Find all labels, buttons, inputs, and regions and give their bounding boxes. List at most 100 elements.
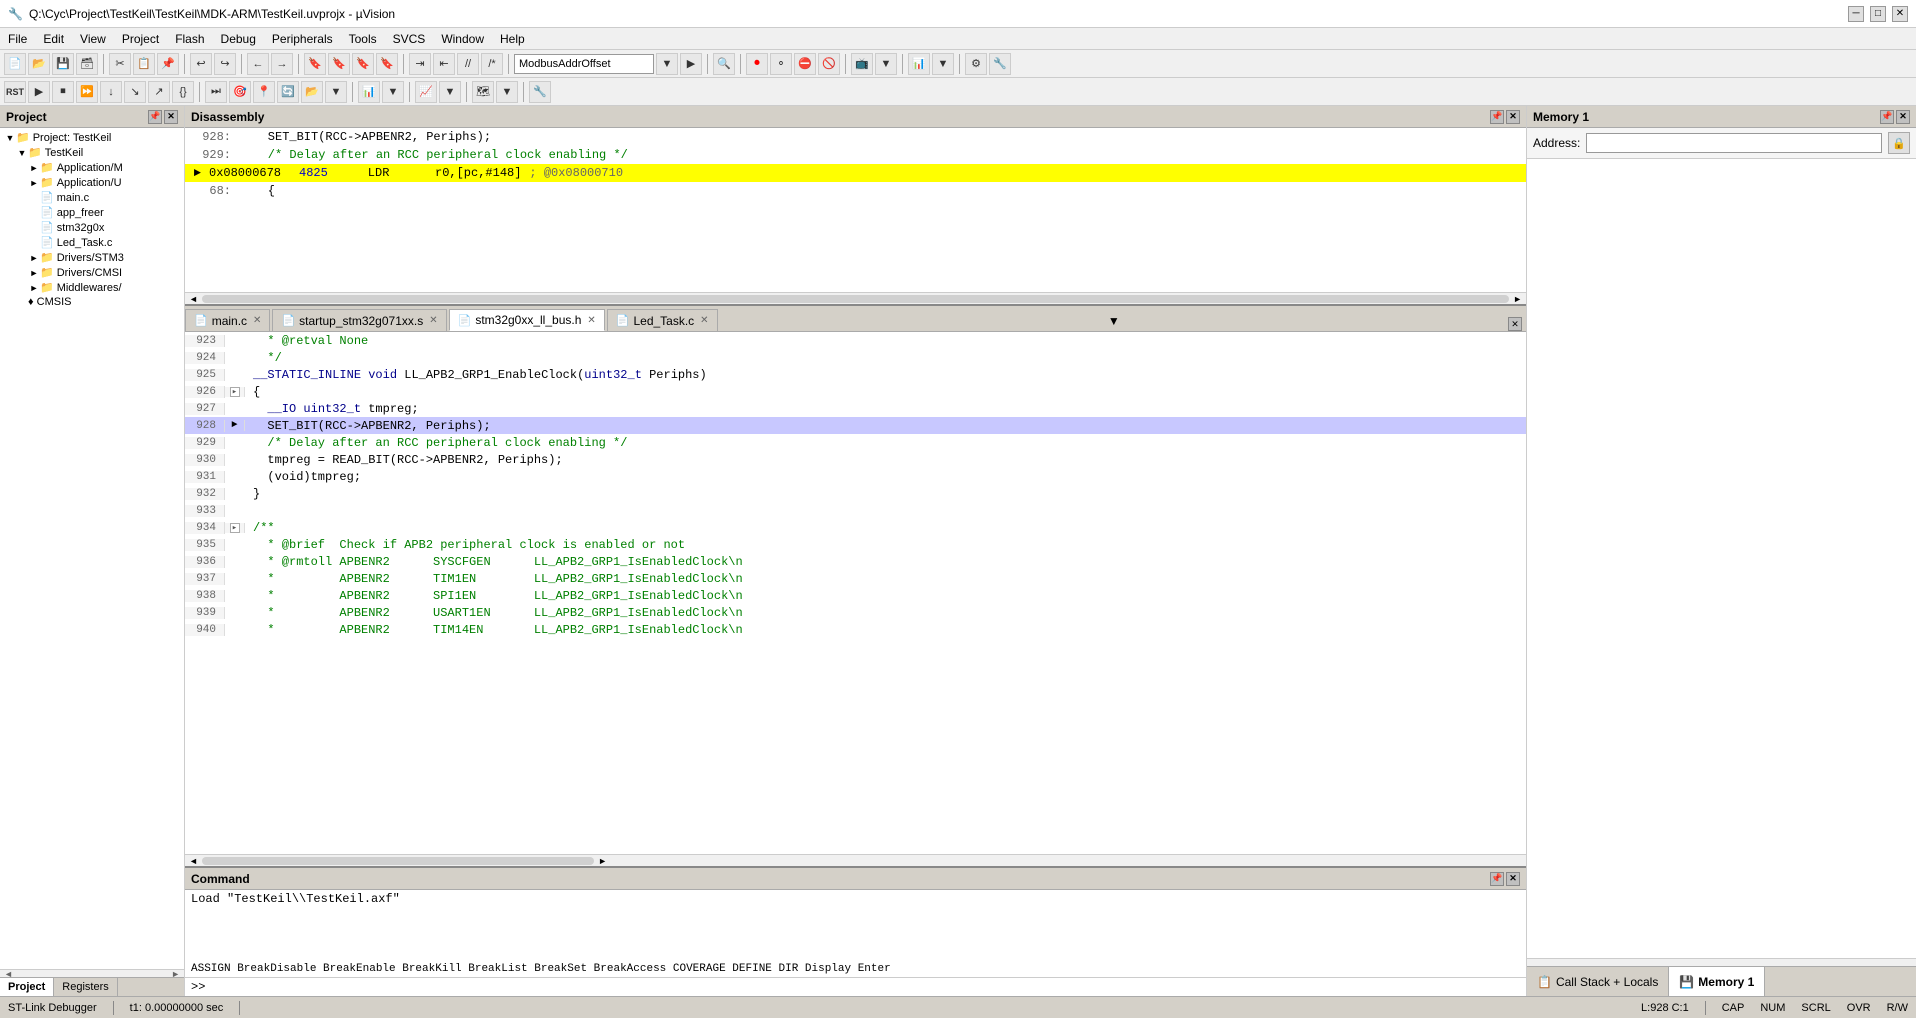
tree-toggle-driverscmsi[interactable]: ► <box>28 267 40 279</box>
outdent-btn[interactable]: ⇤ <box>433 53 455 75</box>
dbg-cfg-btn[interactable]: 🔧 <box>529 81 551 103</box>
nav-fwd-btn[interactable]: → <box>271 53 293 75</box>
find-btn[interactable]: 🔍 <box>713 53 735 75</box>
tree-item-driversstm3[interactable]: ► 📁 Drivers/STM3 <box>2 250 182 265</box>
wrench-btn[interactable]: 🔧 <box>989 53 1011 75</box>
tab-stm32bus[interactable]: 📄 stm32g0xx_ll_bus.h ✕ <box>449 309 605 331</box>
menu-tools[interactable]: Tools <box>341 30 385 48</box>
project-pin-btn[interactable]: 📌 <box>148 110 162 124</box>
step-out-btn[interactable]: ↗ <box>148 81 170 103</box>
cut-btn[interactable]: ✂ <box>109 53 131 75</box>
undo-btn[interactable]: ↩ <box>190 53 212 75</box>
memory-scrollbar[interactable] <box>1527 958 1916 966</box>
menu-file[interactable]: File <box>0 30 35 48</box>
dbg-btn10[interactable]: ▼ <box>439 81 461 103</box>
disable-bp-btn[interactable]: ⛔ <box>794 53 816 75</box>
mainc-tab-close[interactable]: ✕ <box>253 315 261 326</box>
bookmark4-btn[interactable]: 🔖 <box>376 53 398 75</box>
close-btn[interactable]: ✕ <box>1892 6 1908 22</box>
open-btn[interactable]: 📂 <box>28 53 50 75</box>
tab-mainc[interactable]: 📄 main.c ✕ <box>185 309 270 331</box>
logic-drop-btn[interactable]: ▼ <box>932 53 954 75</box>
indent-btn[interactable]: ⇥ <box>409 53 431 75</box>
tab-registers[interactable]: Registers <box>54 978 117 996</box>
tree-toggle-project[interactable]: ▼ <box>4 132 16 144</box>
disassembly-content[interactable]: 928: SET_BIT(RCC->APBENR2, Periphs); 929… <box>185 128 1526 292</box>
dbg-btn3[interactable]: 📍 <box>253 81 275 103</box>
settings-btn[interactable]: ⚙ <box>965 53 987 75</box>
dbg-btn11[interactable]: 🗺 <box>472 81 494 103</box>
dbg-btn12[interactable]: ▼ <box>496 81 518 103</box>
menu-debug[interactable]: Debug <box>213 30 264 48</box>
comment-btn[interactable]: // <box>457 53 479 75</box>
pause-btn[interactable]: ⚬ <box>770 53 792 75</box>
bottom-tab-memory1[interactable]: 💾 Memory 1 <box>1669 967 1765 996</box>
tree-toggle-appM[interactable]: ► <box>28 162 40 174</box>
tab-startup[interactable]: 📄 startup_stm32g071xx.s ✕ <box>272 309 446 331</box>
menu-window[interactable]: Window <box>433 30 492 48</box>
tab-project[interactable]: Project <box>0 978 54 996</box>
bookmark3-btn[interactable]: 🔖 <box>352 53 374 75</box>
dbg-btn4[interactable]: 🔄 <box>277 81 299 103</box>
redo-btn[interactable]: ↪ <box>214 53 236 75</box>
dbg-btn6[interactable]: ▼ <box>325 81 347 103</box>
minimize-btn[interactable]: ─ <box>1848 6 1864 22</box>
bottom-tab-callstack[interactable]: 📋 Call Stack + Locals <box>1527 967 1669 996</box>
tree-item-stm32[interactable]: 📄 stm32g0x <box>2 220 182 235</box>
step-btn[interactable]: {} <box>172 81 194 103</box>
maximize-btn[interactable]: □ <box>1870 6 1886 22</box>
step-over-btn[interactable]: ↘ <box>124 81 146 103</box>
memory-close-btn[interactable]: ✕ <box>1896 110 1910 124</box>
dbg-btn8[interactable]: ▼ <box>382 81 404 103</box>
disasm-pin-btn[interactable]: 📌 <box>1490 110 1504 124</box>
dbg-btn2[interactable]: 🎯 <box>229 81 251 103</box>
display-btn[interactable]: 📺 <box>851 53 873 75</box>
tree-toggle-appU[interactable]: ► <box>28 177 40 189</box>
code-close-btn[interactable]: ✕ <box>1508 317 1522 331</box>
dbg-btn1[interactable]: ⏭ <box>205 81 227 103</box>
command-input[interactable] <box>209 980 1520 994</box>
run-btn[interactable]: ▶ <box>28 81 50 103</box>
breakpoint-btn[interactable]: ⏺ <box>746 53 768 75</box>
fold-934[interactable]: ▸ <box>230 523 240 533</box>
tree-item-middlewares[interactable]: ► 📁 Middlewares/ <box>2 280 182 295</box>
menu-flash[interactable]: Flash <box>167 30 212 48</box>
tree-item-appM[interactable]: ► 📁 Application/M <box>2 160 182 175</box>
tree-item-ledtask[interactable]: 📄 Led_Task.c <box>2 235 182 250</box>
nav-back-btn[interactable]: ← <box>247 53 269 75</box>
tree-item-cmsis[interactable]: ♦ CMSIS <box>2 295 182 309</box>
dbg-btn7[interactable]: 📊 <box>358 81 380 103</box>
dbg-btn9[interactable]: 📈 <box>415 81 437 103</box>
command-pin-btn[interactable]: 📌 <box>1490 872 1504 886</box>
tree-item-testkeil[interactable]: ▼ 📁 TestKeil <box>2 145 182 160</box>
stop-btn[interactable]: ⏹ <box>52 81 74 103</box>
menu-svcs[interactable]: SVCS <box>385 30 434 48</box>
kill-bp-btn[interactable]: 🚫 <box>818 53 840 75</box>
menu-peripherals[interactable]: Peripherals <box>264 30 341 48</box>
tree-item-appfreer[interactable]: 📄 app_freer <box>2 205 182 220</box>
addr-dropdown-btn[interactable]: ▼ <box>656 53 678 75</box>
save-all-btn[interactable]: 🗃 <box>76 53 98 75</box>
bookmark-btn[interactable]: 🔖 <box>304 53 326 75</box>
tab-ledtask[interactable]: 📄 Led_Task.c ✕ <box>607 309 718 331</box>
tree-item-driverscmsi[interactable]: ► 📁 Drivers/CMSI <box>2 265 182 280</box>
tree-toggle-testkeil[interactable]: ▼ <box>16 147 28 159</box>
disasm-hscrollbar[interactable]: ◄ ► <box>185 292 1526 304</box>
addr-offset-input[interactable] <box>514 54 654 74</box>
ledtask-tab-close[interactable]: ✕ <box>700 315 708 326</box>
memory-addr-lock-btn[interactable]: 🔒 <box>1888 132 1910 154</box>
code-content[interactable]: 923 * @retval None 924 */ 925 __STATIC_I… <box>185 332 1526 854</box>
memory-pin-btn[interactable]: 📌 <box>1880 110 1894 124</box>
bookmark2-btn[interactable]: 🔖 <box>328 53 350 75</box>
save-btn[interactable]: 💾 <box>52 53 74 75</box>
startup-tab-close[interactable]: ✕ <box>429 315 437 326</box>
display-drop-btn[interactable]: ▼ <box>875 53 897 75</box>
logic-btn[interactable]: 📊 <box>908 53 930 75</box>
new-btn[interactable]: 📄 <box>4 53 26 75</box>
menu-project[interactable]: Project <box>114 30 167 48</box>
dbg-btn5[interactable]: 📂 <box>301 81 323 103</box>
menu-edit[interactable]: Edit <box>35 30 72 48</box>
reset-btn[interactable]: RST <box>4 81 26 103</box>
stm32bus-tab-close[interactable]: ✕ <box>587 315 595 326</box>
tree-toggle-driversstm3[interactable]: ► <box>28 252 40 264</box>
